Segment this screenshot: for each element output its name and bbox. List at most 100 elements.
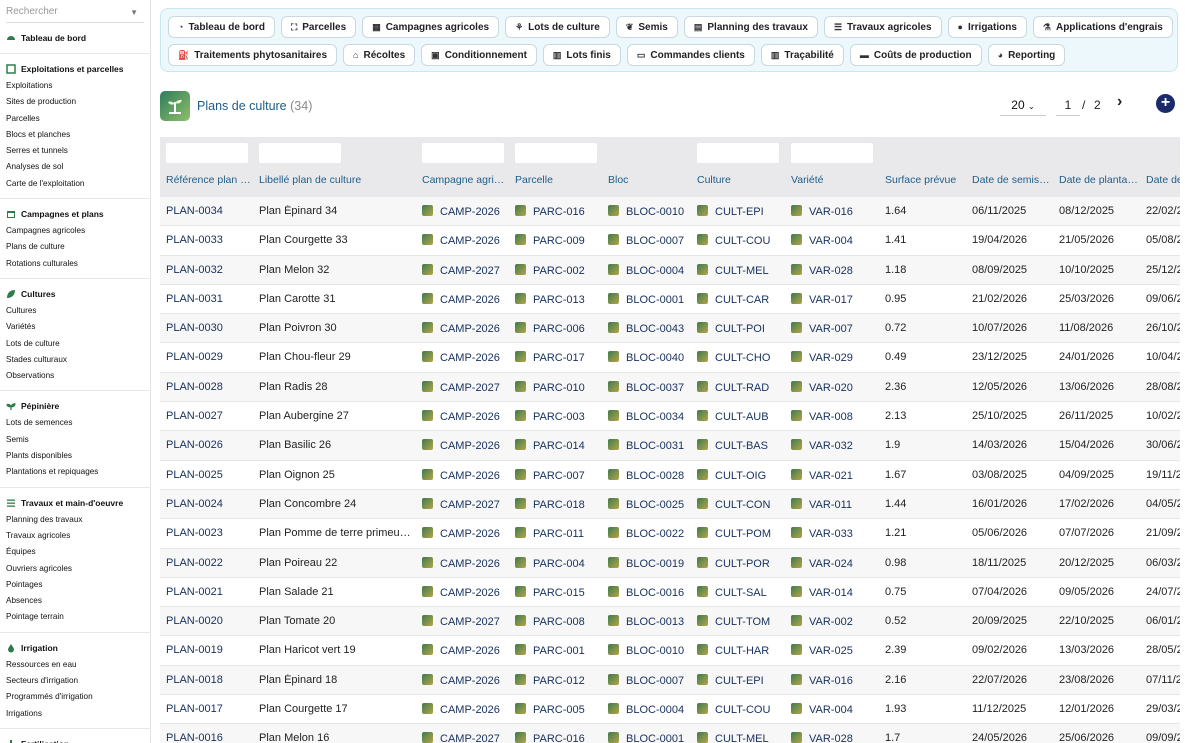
sidebar-section-header[interactable]: Irrigation: [0, 637, 150, 657]
table-cell[interactable]: CAMP-2027: [422, 615, 507, 628]
table-cell[interactable]: VAR-004: [791, 234, 876, 247]
table-cell[interactable]: VAR-020: [791, 380, 876, 394]
table-cell[interactable]: PLAN-0021: [166, 586, 251, 598]
table-row[interactable]: PLAN-0021 Plan Salade 21 CAMP-2026 PARC-015…: [160, 578, 1180, 608]
table-cell[interactable]: CULT-MEL: [697, 263, 782, 277]
table-cell[interactable]: PARC-009: [515, 234, 600, 247]
table-row[interactable]: PLAN-0022 Plan Poireau 22 CAMP-2026 PARC-00…: [160, 548, 1180, 578]
table-cell[interactable]: BLOC-0031: [608, 439, 693, 452]
table-row[interactable]: PLAN-0034 Plan Épinard 34 CAMP-2026 PARC-01…: [160, 197, 1180, 227]
table-cell[interactable]: CAMP-2026: [422, 703, 507, 716]
sidebar-item[interactable]: Ouvriers agricoles: [0, 561, 150, 577]
sidebar-item[interactable]: Plants disponibles: [0, 448, 150, 464]
table-cell[interactable]: PLAN-0028: [166, 381, 251, 393]
column-header[interactable]: Date de récolte: [1146, 174, 1180, 186]
table-row[interactable]: PLAN-0029 Plan Chou-fleur 29 CAMP-2026 PARC…: [160, 343, 1180, 373]
table-cell[interactable]: PARC-016: [515, 205, 600, 218]
sidebar-item[interactable]: Stades culturaux: [0, 352, 150, 368]
table-cell[interactable]: BLOC-0001: [608, 292, 693, 306]
table-cell[interactable]: CULT-BAS: [697, 439, 782, 452]
table-cell[interactable]: CAMP-2027: [422, 497, 507, 511]
table-cell[interactable]: CAMP-2026: [422, 322, 507, 335]
table-cell[interactable]: BLOC-0010: [608, 644, 693, 657]
sidebar-item[interactable]: Cultures: [0, 303, 150, 319]
nav-button[interactable]: ▥ Traçabilité: [760, 44, 844, 66]
sidebar-section-header[interactable]: Cultures: [0, 283, 150, 303]
table-cell[interactable]: PARC-005: [515, 703, 600, 716]
table-cell[interactable]: CULT-RAD: [697, 380, 782, 394]
table-cell[interactable]: CULT-MEL: [697, 732, 782, 743]
nav-button[interactable]: ◕ Reporting: [987, 44, 1066, 66]
sidebar-section-header[interactable]: Pépinière: [0, 395, 150, 415]
table-cell[interactable]: PLAN-0016: [166, 732, 251, 743]
table-cell[interactable]: CAMP-2026: [422, 673, 507, 687]
add-plan-button[interactable]: +: [1156, 94, 1175, 113]
nav-button[interactable]: ▦ Campagnes agricoles: [362, 16, 500, 38]
sidebar-item[interactable]: Pointages: [0, 577, 150, 593]
table-cell[interactable]: VAR-025: [791, 644, 876, 657]
table-cell[interactable]: PARC-017: [515, 351, 600, 364]
table-row[interactable]: PLAN-0028 Plan Radis 28 CAMP-2027 PARC-010 B…: [160, 372, 1180, 403]
table-row[interactable]: PLAN-0020 Plan Tomate 20 CAMP-2027 PARC-008…: [160, 607, 1180, 637]
table-cell[interactable]: PLAN-0033: [166, 234, 251, 246]
sidebar-item[interactable]: Serres et tunnels: [0, 143, 150, 159]
sidebar-item[interactable]: Pointage terrain: [0, 609, 150, 625]
sidebar-item-dashboard[interactable]: Tableau de bord: [0, 27, 150, 47]
column-header[interactable]: Culture: [697, 174, 782, 186]
sidebar-section-header[interactable]: Exploitations et parcelles: [0, 58, 150, 78]
table-cell[interactable]: PLAN-0027: [166, 410, 251, 422]
table-cell[interactable]: BLOC-0025: [608, 497, 693, 511]
table-cell[interactable]: PLAN-0022: [166, 557, 251, 569]
table-cell[interactable]: CAMP-2026: [422, 468, 507, 482]
table-cell[interactable]: BLOC-0001: [608, 732, 693, 743]
column-filter-input[interactable]: [422, 143, 504, 163]
table-cell[interactable]: CAMP-2026: [422, 556, 507, 570]
nav-button[interactable]: ▬ Coûts de production: [849, 44, 982, 66]
table-cell[interactable]: BLOC-0004: [608, 703, 693, 716]
column-header[interactable]: Surface prévue: [885, 174, 965, 186]
table-cell[interactable]: PARC-012: [515, 673, 600, 687]
table-cell[interactable]: CAMP-2026: [422, 205, 507, 218]
sidebar-item[interactable]: Carte de l'exploitation: [0, 176, 150, 192]
sidebar-item[interactable]: Exploitations: [0, 78, 150, 94]
column-header[interactable]: Variété: [791, 174, 876, 186]
search-input[interactable]: Rechercher ▼: [6, 4, 144, 23]
nav-button[interactable]: ◔ Tableau de bord: [168, 16, 275, 38]
table-row[interactable]: PLAN-0033 Plan Courgette 33 CAMP-2026 PARC-…: [160, 226, 1180, 256]
table-cell[interactable]: PLAN-0020: [166, 615, 251, 627]
page-size-select[interactable]: 20 ⌄: [1000, 95, 1046, 116]
table-cell[interactable]: VAR-007: [791, 322, 876, 335]
table-row[interactable]: PLAN-0024 Plan Concombre 24 CAMP-2027 PARC-…: [160, 489, 1180, 520]
table-cell[interactable]: PARC-006: [515, 322, 600, 335]
table-row[interactable]: PLAN-0027 Plan Aubergine 27 CAMP-2026 PARC-…: [160, 402, 1180, 432]
sidebar-item[interactable]: Parcelles: [0, 111, 150, 127]
nav-button[interactable]: ● Irrigations: [947, 16, 1027, 38]
table-cell[interactable]: CULT-EPI: [697, 205, 782, 218]
table-cell[interactable]: CULT-HAR: [697, 644, 782, 657]
table-cell[interactable]: BLOC-0019: [608, 556, 693, 570]
table-cell[interactable]: VAR-002: [791, 615, 876, 628]
table-cell[interactable]: CAMP-2026: [422, 585, 507, 599]
table-cell[interactable]: PLAN-0024: [166, 498, 251, 510]
table-row[interactable]: PLAN-0032 Plan Melon 32 CAMP-2027 PARC-002 B…: [160, 255, 1180, 285]
table-cell[interactable]: BLOC-0037: [608, 380, 693, 394]
table-cell[interactable]: CULT-CHO: [697, 351, 782, 364]
nav-button[interactable]: ☰ Travaux agricoles: [823, 16, 942, 38]
sidebar-item[interactable]: Lots de culture: [0, 336, 150, 352]
table-row[interactable]: PLAN-0026 Plan Basilic 26 CAMP-2026 PARC-01…: [160, 431, 1180, 461]
sidebar-item[interactable]: Rotations culturales: [0, 256, 150, 272]
table-cell[interactable]: PLAN-0026: [166, 439, 251, 451]
sidebar-item[interactable]: Équipes: [0, 544, 150, 560]
column-filter-input[interactable]: [791, 143, 873, 163]
table-cell[interactable]: PARC-013: [515, 292, 600, 306]
current-page-input[interactable]: 1: [1056, 95, 1080, 116]
table-cell[interactable]: CAMP-2026: [422, 292, 507, 306]
sidebar-item[interactable]: Variétés: [0, 319, 150, 335]
sidebar-section-header[interactable]: Campagnes et plans: [0, 203, 150, 223]
table-row[interactable]: PLAN-0019 Plan Haricot vert 19 CAMP-2026 PA…: [160, 636, 1180, 666]
nav-button[interactable]: ▭ Commandes clients: [626, 44, 755, 66]
column-header[interactable]: Date de plantation prévue: [1059, 174, 1139, 186]
sidebar-item[interactable]: Semis: [0, 432, 150, 448]
table-cell[interactable]: PARC-001: [515, 644, 600, 657]
column-header[interactable]: Bloc: [608, 174, 693, 186]
